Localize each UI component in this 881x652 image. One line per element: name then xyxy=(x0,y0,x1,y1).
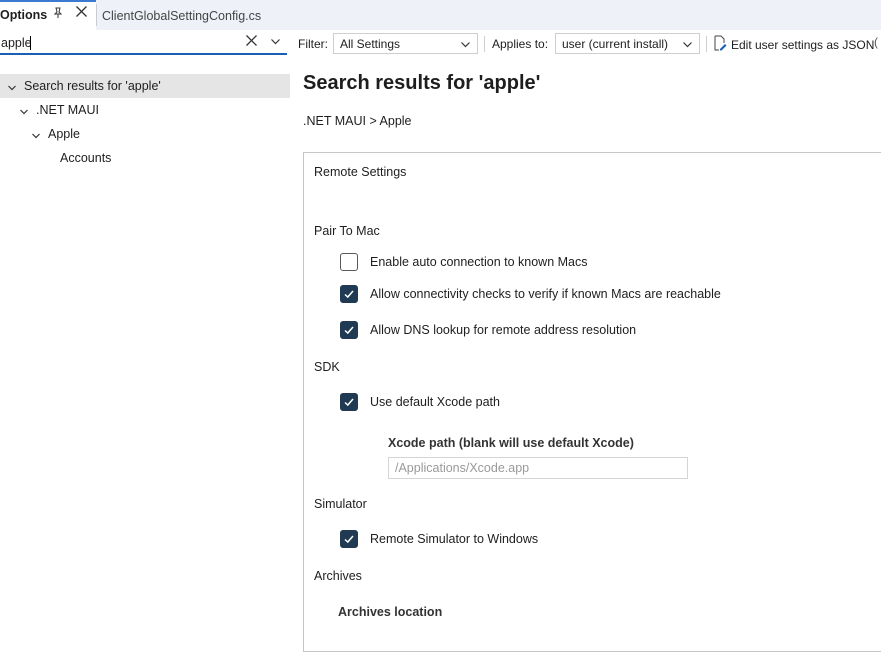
remote-simulator-checkbox-row[interactable]: Remote Simulator to Windows xyxy=(340,530,538,548)
filter-label: Filter: xyxy=(298,37,328,51)
search-input-value: apple xyxy=(1,36,32,50)
tab-client-global-setting-config[interactable]: ClientGlobalSettingConfig.cs xyxy=(96,2,291,30)
xcode-path-input[interactable] xyxy=(388,457,688,479)
edit-user-settings-json-button[interactable]: Edit user settings as JSON xyxy=(713,35,874,54)
filter-dropdown[interactable]: All Settings xyxy=(333,33,478,54)
tab-options[interactable]: Options xyxy=(0,0,96,30)
remote-simulator-checkbox[interactable] xyxy=(340,530,358,548)
settings-tree: Search results for 'apple' .NET MAUI App… xyxy=(0,72,290,623)
default-xcode-label: Use default Xcode path xyxy=(370,395,500,409)
tree-item-label: Search results for 'apple' xyxy=(24,79,161,93)
toolbar-separator xyxy=(706,36,707,52)
tree-item-label: .NET MAUI xyxy=(36,103,99,117)
checkmark-icon xyxy=(344,326,354,335)
default-xcode-checkbox-row[interactable]: Use default Xcode path xyxy=(340,393,500,411)
close-tab-icon[interactable] xyxy=(75,5,88,22)
xcode-path-label: Xcode path (blank will use default Xcode… xyxy=(388,436,634,450)
group-title: Remote Settings xyxy=(314,165,407,179)
remote-simulator-label: Remote Simulator to Windows xyxy=(370,532,539,546)
page-title: Search results for 'apple' xyxy=(303,72,541,94)
tree-item-net-maui[interactable]: .NET MAUI xyxy=(0,98,290,122)
tree-item-accounts[interactable]: Accounts xyxy=(0,146,290,170)
edit-json-label: Edit user settings as JSON xyxy=(731,37,875,52)
search-history-chevron-down-icon[interactable] xyxy=(270,36,281,50)
section-sdk: SDK xyxy=(314,360,340,374)
breadcrumb: .NET MAUI > Apple xyxy=(303,114,412,128)
edit-document-icon xyxy=(713,35,727,54)
tree-item-label: Apple xyxy=(48,127,80,141)
default-xcode-checkbox[interactable] xyxy=(340,393,358,411)
checkmark-icon xyxy=(344,398,354,407)
chevron-down-icon[interactable] xyxy=(31,130,41,144)
dns-lookup-checkbox-row[interactable]: Allow DNS lookup for remote address reso… xyxy=(340,321,636,339)
tree-item-label: Accounts xyxy=(60,151,112,165)
toolbar-separator xyxy=(484,36,485,52)
section-archives: Archives xyxy=(314,569,362,583)
chevron-down-icon xyxy=(682,39,693,53)
applies-to-dropdown[interactable]: user (current install) xyxy=(555,33,700,54)
section-pair-to-mac: Pair To Mac xyxy=(314,224,380,238)
chevron-down-icon[interactable] xyxy=(19,106,29,120)
connectivity-check-label: Allow connectivity checks to verify if k… xyxy=(370,287,721,301)
tree-item-apple[interactable]: Apple xyxy=(0,122,290,146)
tree-item-search-results[interactable]: Search results for 'apple' xyxy=(0,74,290,98)
applies-to-label: Applies to: xyxy=(492,37,549,51)
chevron-down-icon[interactable] xyxy=(7,82,17,96)
dns-lookup-checkbox[interactable] xyxy=(340,321,358,339)
pin-icon[interactable] xyxy=(52,7,64,22)
filter-dropdown-value: All Settings xyxy=(340,37,401,51)
applies-to-dropdown-value: user (current install) xyxy=(562,37,669,51)
dns-lookup-label: Allow DNS lookup for remote address reso… xyxy=(370,323,637,337)
auto-connect-label: Enable auto connection to known Macs xyxy=(370,255,588,269)
tab-config-label: ClientGlobalSettingConfig.cs xyxy=(102,9,262,23)
search-input[interactable]: apple xyxy=(0,32,287,55)
overflow-icon[interactable]: ( xyxy=(874,35,878,49)
checkmark-icon xyxy=(344,535,354,544)
text-caret xyxy=(30,36,31,50)
archives-location-label: Archives location xyxy=(338,605,443,619)
checkmark-icon xyxy=(344,290,354,299)
connectivity-check-checkbox[interactable] xyxy=(340,285,358,303)
auto-connect-checkbox-row[interactable]: Enable auto connection to known Macs xyxy=(340,253,588,271)
tab-options-label: Options xyxy=(0,8,48,22)
section-simulator: Simulator xyxy=(314,497,367,511)
clear-search-icon[interactable] xyxy=(245,34,258,51)
auto-connect-checkbox[interactable] xyxy=(340,253,358,271)
connectivity-check-checkbox-row[interactable]: Allow connectivity checks to verify if k… xyxy=(340,285,721,303)
chevron-down-icon xyxy=(460,39,471,53)
